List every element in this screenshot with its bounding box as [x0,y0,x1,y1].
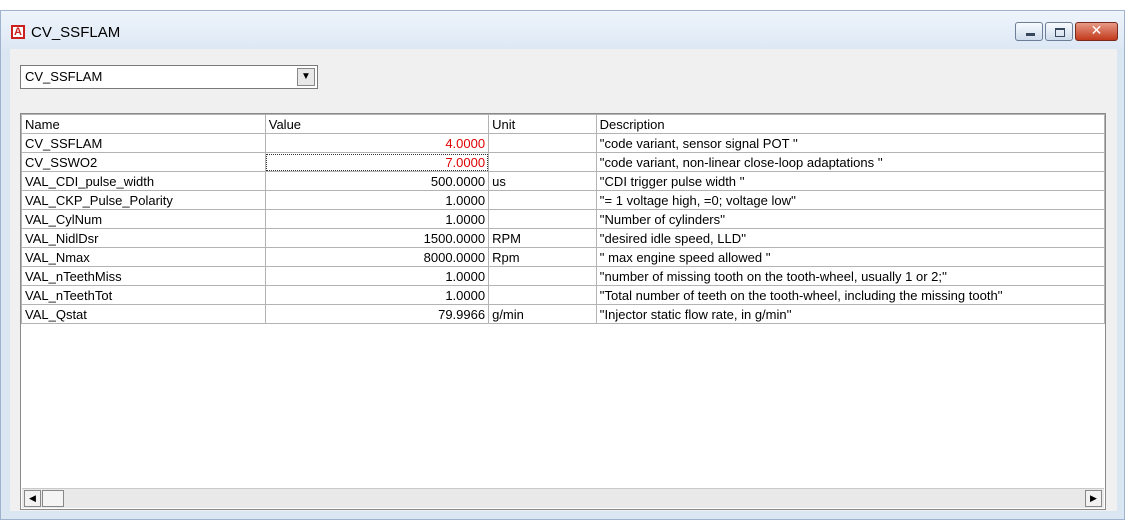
cell-unit[interactable] [488,266,597,286]
table-row[interactable]: VAL_Nmax 8000.0000 Rpm '' max engine spe… [21,247,1105,267]
table-row[interactable]: VAL_Qstat 79.9966 g/min ''Injector stati… [21,304,1105,324]
cell-description[interactable]: ''Injector static flow rate, in g/min'' [595,304,1105,324]
cell-unit[interactable]: us [488,171,597,191]
cell-name[interactable]: VAL_nTeethMiss [21,266,266,286]
cell-name[interactable]: VAL_CKP_Pulse_Polarity [21,190,266,210]
parameter-grid: Name Value Unit Description CV_SSFLAM 4.… [20,113,1106,510]
table-row[interactable]: VAL_nTeethTot 1.0000 ''Total number of t… [21,285,1105,305]
cell-value[interactable]: 8000.0000 [264,247,490,267]
cell-unit[interactable]: RPM [488,228,597,248]
cell-description[interactable]: ''code variant, non-linear close-loop ad… [595,152,1105,172]
cell-name[interactable]: VAL_Qstat [21,304,266,324]
minimize-icon [1016,23,1042,40]
app-icon: A [11,25,25,39]
cell-unit[interactable] [488,152,597,172]
table-row[interactable]: VAL_CKP_Pulse_Polarity 1.0000 ''= 1 volt… [21,190,1105,210]
close-icon: ✕ [1090,23,1103,39]
cell-description[interactable]: ''= 1 voltage high, =0; voltage low'' [595,190,1105,210]
parameter-table: Name Value Unit Description CV_SSFLAM 4.… [21,114,1105,324]
table-row[interactable]: VAL_NidlDsr 1500.0000 RPM ''desired idle… [21,228,1105,248]
cell-description[interactable]: ''Number of cylinders'' [595,209,1105,229]
minimize-button[interactable] [1015,22,1043,41]
column-header-value[interactable]: Value [264,114,490,134]
column-header-description[interactable]: Description [595,114,1105,134]
cell-unit[interactable]: g/min [488,304,597,324]
cell-name[interactable]: VAL_nTeethTot [21,285,266,305]
cell-unit[interactable] [488,209,597,229]
cell-name[interactable]: VAL_CDI_pulse_width [21,171,266,191]
cell-name[interactable]: VAL_Nmax [21,247,266,267]
maximize-button[interactable] [1045,22,1073,41]
horizontal-scrollbar[interactable]: ◀ ▶ [22,488,1104,508]
table-row[interactable]: VAL_CylNum 1.0000 ''Number of cylinders'… [21,209,1105,229]
cell-name[interactable]: CV_SSFLAM [21,133,266,153]
cell-description[interactable]: ''code variant, sensor signal POT '' [595,133,1105,153]
cell-value[interactable]: 1.0000 [264,209,490,229]
cell-description[interactable]: ''CDI trigger pulse width '' [595,171,1105,191]
cell-value[interactable]: 79.9966 [264,304,490,324]
column-header-unit[interactable]: Unit [488,114,597,134]
scroll-left-icon[interactable]: ◀ [24,490,41,507]
cell-description[interactable]: ''Total number of teeth on the tooth-whe… [595,285,1105,305]
cell-unit[interactable] [488,133,597,153]
cell-unit[interactable] [488,285,597,305]
table-row[interactable]: VAL_CDI_pulse_width 500.0000 us ''CDI tr… [21,171,1105,191]
selector-value: CV_SSFLAM [25,69,103,84]
table-row[interactable]: VAL_nTeethMiss 1.0000 ''number of missin… [21,266,1105,286]
cell-name[interactable]: VAL_CylNum [21,209,266,229]
cell-description[interactable]: ''desired idle speed, LLD'' [595,228,1105,248]
cell-description[interactable]: '' max engine speed allowed '' [595,247,1105,267]
app-window: A CV_SSFLAM ✕ CV_SSFLAM ▼ Name Value Uni… [0,10,1125,520]
title-bar[interactable]: A CV_SSFLAM ✕ [1,11,1124,49]
cell-unit[interactable]: Rpm [488,247,597,267]
cell-description[interactable]: ''number of missing tooth on the tooth-w… [595,266,1105,286]
maximize-icon [1046,23,1072,40]
variable-selector[interactable]: CV_SSFLAM ▼ [20,65,318,89]
close-button[interactable]: ✕ [1075,22,1118,41]
cell-value[interactable]: 4.0000 [264,133,490,153]
scroll-right-icon[interactable]: ▶ [1085,490,1102,507]
cell-value-selected[interactable]: 7.0000 [264,152,490,172]
header-row: Name Value Unit Description [21,114,1105,134]
chevron-down-icon[interactable]: ▼ [297,68,315,86]
scroll-thumb[interactable] [42,490,64,507]
window-title: CV_SSFLAM [31,24,121,41]
table-row[interactable]: CV_SSWO2 7.0000 ''code variant, non-line… [21,152,1105,172]
cell-name[interactable]: CV_SSWO2 [21,152,266,172]
cell-value[interactable]: 1.0000 [264,190,490,210]
column-header-name[interactable]: Name [21,114,266,134]
cell-value[interactable]: 1500.0000 [264,228,490,248]
table-row[interactable]: CV_SSFLAM 4.0000 ''code variant, sensor … [21,133,1105,153]
cell-value[interactable]: 1.0000 [264,266,490,286]
cell-value[interactable]: 500.0000 [264,171,490,191]
cell-value[interactable]: 1.0000 [264,285,490,305]
cell-name[interactable]: VAL_NidlDsr [21,228,266,248]
cell-unit[interactable] [488,190,597,210]
client-area: CV_SSFLAM ▼ Name Value Unit Description [10,49,1117,511]
